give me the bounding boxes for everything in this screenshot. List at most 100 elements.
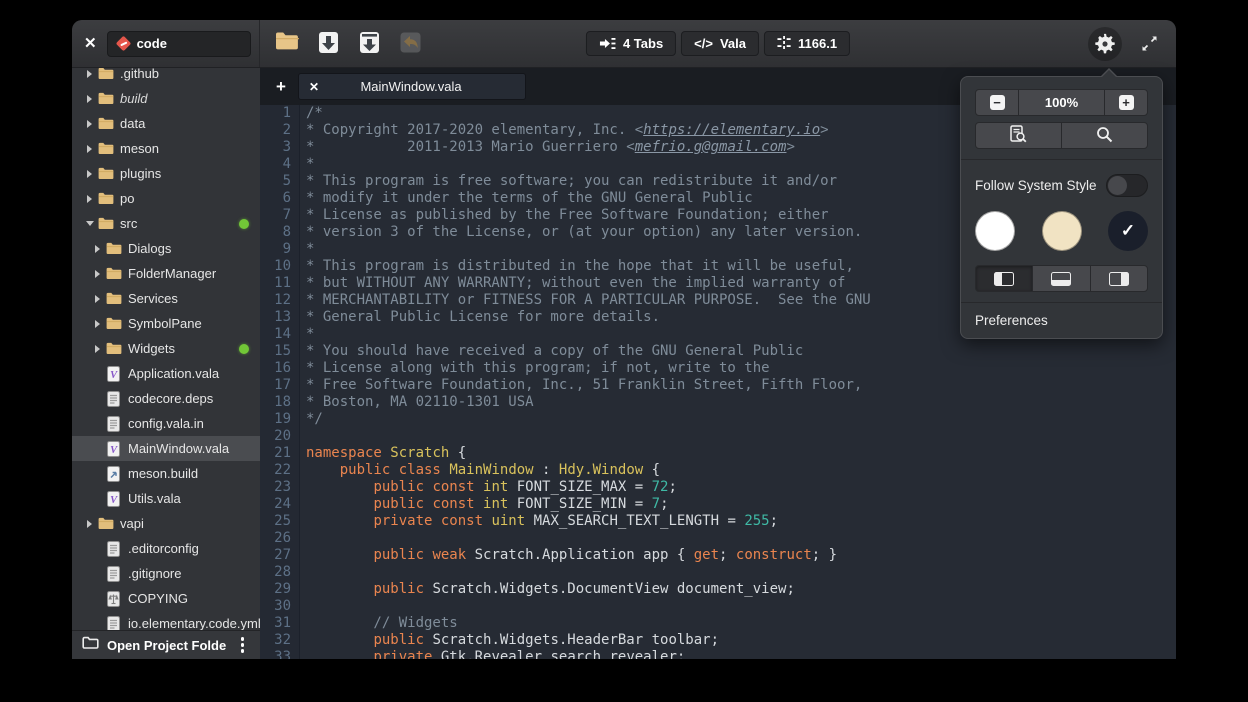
- expander-right-icon[interactable]: [90, 345, 105, 353]
- revert-button[interactable]: [397, 31, 423, 57]
- line-number: 12: [260, 292, 300, 309]
- settings-button[interactable]: [1088, 27, 1122, 61]
- expander-right-icon[interactable]: [82, 70, 97, 78]
- tree-item-plugins[interactable]: plugins: [72, 161, 260, 186]
- header-button-label: 4 Tabs: [623, 36, 663, 51]
- popover-arrow: [1100, 68, 1118, 77]
- save-as-button[interactable]: [356, 31, 382, 57]
- expander-right-icon[interactable]: [90, 270, 105, 278]
- tree-item-copying[interactable]: COPYING: [72, 586, 260, 611]
- tabs-overview-button[interactable]: 4 Tabs: [586, 31, 676, 56]
- code-text: * This program is distributed in the hop…: [300, 258, 854, 275]
- show-sidebar-button[interactable]: [975, 265, 1033, 292]
- preferences-menu-item[interactable]: Preferences: [961, 303, 1162, 338]
- tree-item-utils-vala[interactable]: VUtils.vala: [72, 486, 260, 511]
- header-main-section: 4 Tabs </>Vala 1166.1: [260, 20, 1176, 67]
- new-tab-button[interactable]: +: [268, 77, 294, 97]
- expander-right-icon[interactable]: [82, 170, 97, 178]
- style-dark-button[interactable]: ✓: [1108, 211, 1148, 251]
- line-number: 9: [260, 241, 300, 258]
- tree-item-application-vala[interactable]: VApplication.vala: [72, 361, 260, 386]
- tree-item-codecore-deps[interactable]: codecore.deps: [72, 386, 260, 411]
- language-button[interactable]: </>Vala: [681, 31, 759, 56]
- line-number: 19: [260, 411, 300, 428]
- tree-item-vapi[interactable]: vapi: [72, 511, 260, 536]
- project-chooser-button[interactable]: code: [107, 31, 251, 57]
- open-project-folder-button[interactable]: Open Project Folder…: [107, 638, 227, 653]
- expander-down-icon[interactable]: [82, 221, 97, 226]
- code-line: 17* Free Software Foundation, Inc., 51 F…: [260, 377, 1176, 394]
- expander-right-icon[interactable]: [82, 120, 97, 128]
- code-text: * but WITHOUT ANY WARRANTY; without even…: [300, 275, 845, 292]
- style-light-button[interactable]: [975, 211, 1015, 251]
- header-right-buttons: [1088, 27, 1176, 61]
- tree-item-config-vala-in[interactable]: config.vala.in: [72, 411, 260, 436]
- line-number: 25: [260, 513, 300, 530]
- code-line: 23 public const int FONT_SIZE_MAX = 72;: [260, 479, 1176, 496]
- zoom-in-icon: +: [1119, 95, 1134, 110]
- fullscreen-button[interactable]: [1136, 31, 1162, 57]
- layout-toggle-buttons: [975, 265, 1148, 292]
- tree-item-foldermanager[interactable]: FolderManager: [72, 261, 260, 286]
- tree-item-symbolpane[interactable]: SymbolPane: [72, 311, 260, 336]
- folder-icon: [97, 68, 114, 80]
- expander-right-icon[interactable]: [90, 295, 105, 303]
- save-button[interactable]: [315, 31, 341, 57]
- expander-right-icon[interactable]: [90, 245, 105, 253]
- header-button-label: 1166.1: [798, 36, 837, 51]
- code-line: 32 public Scratch.Widgets.HeaderBar tool…: [260, 632, 1176, 649]
- tree-item--github[interactable]: .github: [72, 68, 260, 86]
- code-line: 20: [260, 428, 1176, 445]
- show-outline-button[interactable]: [1090, 265, 1148, 292]
- line-number: 29: [260, 581, 300, 598]
- code-markup-icon: </>: [694, 36, 713, 51]
- find-button[interactable]: [1061, 122, 1148, 149]
- zoom-in-button[interactable]: +: [1104, 89, 1148, 116]
- tree-item-label: SymbolPane: [128, 316, 202, 331]
- code-text: namespace Scratch {: [300, 445, 466, 462]
- window-close-button[interactable]: ✕: [84, 36, 97, 51]
- style-sepia-button[interactable]: [1042, 211, 1082, 251]
- tree-item-data[interactable]: data: [72, 111, 260, 136]
- text-file-icon: [105, 566, 122, 582]
- vala-file-icon: V: [105, 491, 122, 507]
- toolbar: [260, 31, 423, 57]
- zoom-level[interactable]: 100%: [1018, 89, 1105, 116]
- tree-item-widgets[interactable]: Widgets: [72, 336, 260, 361]
- tree-item-mainwindow-vala[interactable]: VMainWindow.vala: [72, 436, 260, 461]
- build-file-icon: [105, 466, 122, 482]
- open-file-button[interactable]: [274, 31, 300, 57]
- follow-system-style-toggle[interactable]: [1106, 174, 1148, 197]
- tree-item-label: .github: [120, 68, 159, 81]
- tab-mainwindow-vala[interactable]: ✕ MainWindow.vala: [298, 73, 526, 100]
- zoom-out-button[interactable]: −: [975, 89, 1019, 116]
- tree-item--editorconfig[interactable]: .editorconfig: [72, 536, 260, 561]
- show-terminal-button[interactable]: [1032, 265, 1090, 292]
- tab-close-icon[interactable]: ✕: [309, 80, 319, 94]
- kebab-menu-icon[interactable]: [235, 633, 251, 657]
- tree-item-io-elementary-code-yml[interactable]: io.elementary.code.yml: [72, 611, 260, 630]
- code-app-icon: [115, 36, 131, 52]
- tree-item-po[interactable]: po: [72, 186, 260, 211]
- tree-item--gitignore[interactable]: .gitignore: [72, 561, 260, 586]
- line-column-button[interactable]: 1166.1: [764, 31, 850, 56]
- code-text: private Gtk.Revealer search_revealer;: [300, 649, 685, 659]
- tree-item-meson[interactable]: meson: [72, 136, 260, 161]
- expander-right-icon[interactable]: [90, 320, 105, 328]
- expander-right-icon[interactable]: [82, 145, 97, 153]
- expander-right-icon[interactable]: [82, 520, 97, 528]
- tree-item-services[interactable]: Services: [72, 286, 260, 311]
- line-number: 24: [260, 496, 300, 513]
- expander-right-icon[interactable]: [82, 95, 97, 103]
- tree-item-build[interactable]: build: [72, 86, 260, 111]
- folder-icon: [97, 167, 114, 180]
- code-text: * MERCHANTABILITY or FITNESS FOR A PARTI…: [300, 292, 871, 309]
- tree-item-meson-build[interactable]: meson.build: [72, 461, 260, 486]
- code-line: 24 public const int FONT_SIZE_MIN = 7;: [260, 496, 1176, 513]
- tree-item-label: build: [120, 91, 147, 106]
- find-in-files-button[interactable]: [975, 122, 1062, 149]
- tree-item-dialogs[interactable]: Dialogs: [72, 236, 260, 261]
- expander-right-icon[interactable]: [82, 195, 97, 203]
- tree-item-src[interactable]: src: [72, 211, 260, 236]
- code-line: 30: [260, 598, 1176, 615]
